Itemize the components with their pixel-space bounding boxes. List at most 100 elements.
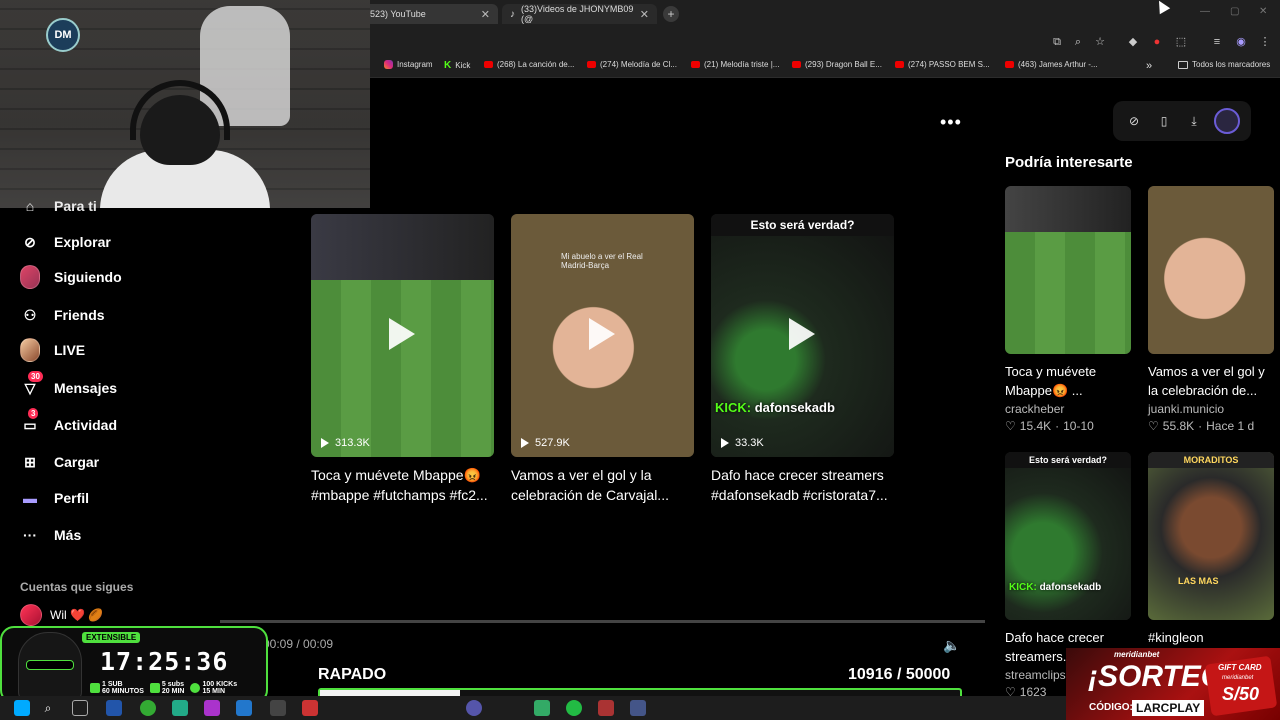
minimize-icon[interactable]: — <box>1200 6 1210 17</box>
bookmark-youtube-6[interactable]: (463) James Arthur -... <box>1005 60 1098 69</box>
sidebar-item-cargar[interactable]: ⊞ Cargar <box>20 452 99 472</box>
sidebar-item-mas[interactable]: ··· Más <box>20 525 81 545</box>
following-avatar-icon <box>20 265 40 289</box>
bookmark-youtube-5[interactable]: (274) PASSO BEM S... <box>895 60 990 69</box>
youtube-icon <box>691 61 700 68</box>
play-icon[interactable] <box>789 318 815 350</box>
bookmark-kick[interactable]: K Kick <box>444 60 470 71</box>
video-description[interactable]: Toca y muévete Mbappe😡 #mbappe #futchamp… <box>311 465 494 505</box>
sidebar-item-siguiendo[interactable]: Siguiendo <box>20 265 122 289</box>
new-tab-button[interactable]: + <box>663 6 679 22</box>
timer-rules: 1 SUB 60 MINUTOS 5 subs 20 MIN 100 KICKs 15… <box>90 681 237 695</box>
following-account[interactable]: Wil ❤️ 🏉 <box>20 604 103 626</box>
app-icon[interactable] <box>270 700 286 716</box>
maximize-icon[interactable]: ▢ <box>1230 6 1239 17</box>
steam-icon[interactable] <box>630 700 646 716</box>
app-icon[interactable] <box>204 700 220 716</box>
thumbnail-caption: Esto será verdad? <box>711 214 894 236</box>
bookmark-youtube-2[interactable]: (274) Melodía de Cl... <box>587 60 677 69</box>
extension-icon[interactable]: ◆ <box>1125 34 1141 50</box>
suggestion-thumbnail[interactable]: Esto será verdad? KICK: dafonsekadb <box>1005 452 1131 620</box>
video-card[interactable]: Esto será verdad? KICK: dafonsekadb 33.3… <box>711 214 894 505</box>
cast-icon[interactable]: ⧉ <box>1049 34 1065 50</box>
kick-icon <box>90 683 100 693</box>
video-description[interactable]: Vamos a ver el gol y la celebración de C… <box>511 465 694 505</box>
zoom-icon[interactable]: ⌕ <box>1070 34 1086 50</box>
app-icon[interactable] <box>534 700 550 716</box>
sidebar-item-label: Actividad <box>54 417 118 433</box>
suggestion-title[interactable]: Vamos a ver el gol y la celebración de..… <box>1148 362 1274 400</box>
sidebar-item-explorar[interactable]: ⊘ Explorar <box>20 232 111 252</box>
video-thumbnail[interactable]: Esto será verdad? KICK: dafonsekadb 33.3… <box>711 214 894 457</box>
all-bookmarks-button[interactable]: Todos los marcadores <box>1178 60 1270 69</box>
webcam-thumbnail-strip <box>311 214 494 280</box>
messages-icon: ▽ 30 <box>20 371 43 398</box>
suggestion-thumbnail[interactable] <box>1148 186 1274 354</box>
extensions-puzzle-icon[interactable]: ⬚ <box>1173 34 1189 50</box>
sidebar-item-para-ti[interactable]: ⌂ Para ti <box>20 196 97 216</box>
suggestion-author[interactable]: crackheber <box>1005 402 1131 416</box>
tab-tiktok[interactable]: ♪ (33)Videos de JHONYMB09 (@ ✕ <box>502 4 657 24</box>
video-card[interactable]: 313.3K Toca y muévete Mbappe😡 #mbappe #f… <box>311 214 494 505</box>
sidebar-item-live[interactable]: LIVE <box>20 338 85 362</box>
search-icon[interactable]: ⌕ <box>40 700 56 716</box>
suggestion-thumbnail[interactable] <box>1005 186 1131 354</box>
mobile-icon[interactable]: ▯ <box>1154 111 1174 131</box>
video-progress-bar[interactable] <box>220 620 985 623</box>
rule-top: 100 KICKs <box>202 681 238 688</box>
bookmark-youtube-3[interactable]: (21) Melodía triste |... <box>691 60 779 69</box>
suggestion-thumbnail[interactable]: MORADITOS LAS MAS <box>1148 452 1274 620</box>
post-date: 10-10 <box>1063 419 1094 433</box>
extension-red-icon[interactable]: ● <box>1149 34 1165 50</box>
volume-icon[interactable]: 🔈 <box>943 637 960 654</box>
edge-icon[interactable] <box>172 700 188 716</box>
suggestion-title[interactable]: Toca y muévete Mbappe😡 ... <box>1005 362 1131 400</box>
sidebar-item-actividad[interactable]: ▭ 3 Actividad <box>20 408 118 435</box>
rule-bottom: 15 MIN <box>202 688 226 695</box>
app-icon[interactable] <box>236 700 252 716</box>
avatar[interactable] <box>1214 108 1240 134</box>
tiktok-icon: ♪ <box>510 8 515 20</box>
windows-start-icon[interactable] <box>14 700 30 716</box>
app-icon[interactable] <box>466 700 482 716</box>
bookmarks-overflow-button[interactable]: » <box>1146 60 1152 72</box>
sidebar-item-label: Mensajes <box>54 380 118 396</box>
bookmark-youtube-1[interactable]: (268) La canción de... <box>484 60 574 69</box>
suggestion-author[interactable]: juanki.municio <box>1148 402 1274 416</box>
play-icon[interactable] <box>389 318 415 350</box>
close-tab-icon[interactable]: ✕ <box>481 8 490 21</box>
bookmark-instagram[interactable]: Instagram <box>384 60 433 69</box>
play-icon[interactable] <box>589 318 615 350</box>
view-count: 33.3K <box>721 437 764 449</box>
video-description[interactable]: Dafo hace crecer streamers #dafonsekadb … <box>711 465 894 505</box>
close-tab-icon[interactable]: ✕ <box>640 8 649 21</box>
reaction-image <box>1148 186 1274 354</box>
close-window-icon[interactable]: ✕ <box>1259 6 1267 17</box>
menu-kebab-icon[interactable]: ⋮ <box>1257 34 1273 50</box>
video-thumbnail[interactable]: Mi abuelo a ver el Real Madrid-Barça 527… <box>511 214 694 457</box>
sidebar-item-mensajes[interactable]: ▽ 30 Mensajes <box>20 371 118 398</box>
compass-icon[interactable]: ⊘ <box>1124 111 1144 131</box>
timer-rule: 5 subs 20 MIN <box>149 681 184 695</box>
bookmark-star-icon[interactable]: ☆ <box>1092 34 1108 50</box>
suggestion-card[interactable]: Vamos a ver el gol y la celebración de..… <box>1148 186 1274 433</box>
app-icon[interactable] <box>106 700 122 716</box>
chrome-icon[interactable] <box>140 700 156 716</box>
app-icon[interactable] <box>302 700 318 716</box>
sidebar-item-friends[interactable]: ⚇ Friends <box>20 305 105 325</box>
profile-avatar-icon[interactable]: ◉ <box>1233 34 1249 50</box>
media-control-icon[interactable]: ≡ <box>1209 34 1225 50</box>
suggestion-card[interactable]: MORADITOS LAS MAS #kingleon <box>1148 452 1274 666</box>
whatsapp-icon[interactable] <box>566 700 582 716</box>
sidebar-item-perfil[interactable]: ▬ Perfil <box>20 488 89 508</box>
tab-youtube[interactable]: 523) YouTube ✕ <box>362 4 498 24</box>
video-card[interactable]: Mi abuelo a ver el Real Madrid-Barça 527… <box>511 214 694 505</box>
bookmark-youtube-4[interactable]: (293) Dragon Ball E... <box>792 60 882 69</box>
more-options-icon[interactable]: ••• <box>940 112 962 133</box>
app-icon[interactable] <box>598 700 614 716</box>
download-icon[interactable]: ⤓ <box>1184 111 1204 131</box>
suggestion-card[interactable]: Toca y muévete Mbappe😡 ... crackheber ♡ … <box>1005 186 1131 433</box>
sidebar-item-label: Más <box>54 527 82 543</box>
video-thumbnail[interactable]: 313.3K <box>311 214 494 457</box>
task-view-icon[interactable] <box>72 700 88 716</box>
